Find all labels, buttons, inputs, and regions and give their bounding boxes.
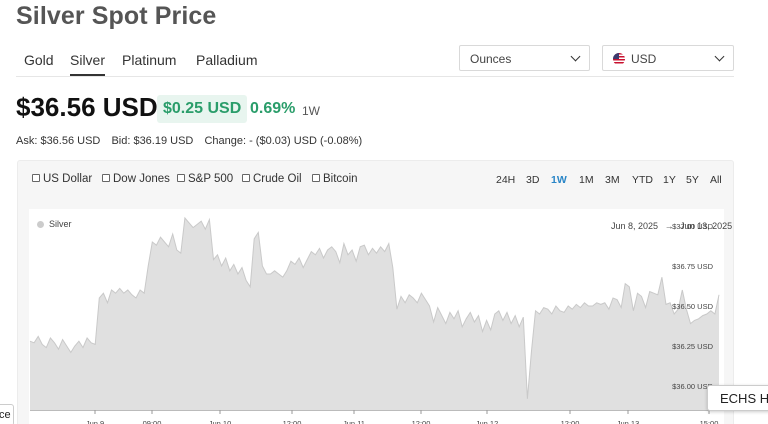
range-all[interactable]: All	[710, 174, 722, 186]
chart-area[interactable]	[29, 209, 724, 424]
checkbox-icon	[312, 174, 320, 182]
range-3m[interactable]: 3M	[605, 174, 620, 186]
compare-sp500[interactable]: S&P 500	[177, 173, 233, 185]
compare-dow-jones[interactable]: Dow Jones	[102, 173, 170, 185]
bid-price: Bid: $36.19 USD	[111, 135, 194, 147]
ask-price: Ask: $36.56 USD	[16, 135, 101, 147]
compare-label: Dow Jones	[113, 173, 170, 185]
current-price: $36.56 USD	[16, 92, 158, 122]
range-24h[interactable]: 24H	[496, 174, 515, 186]
unit-select[interactable]: Ounces	[459, 45, 590, 71]
tab-silver[interactable]: Silver	[70, 52, 106, 76]
quote-details: Ask: $36.56 USD Bid: $36.19 USD Change: …	[16, 135, 370, 147]
price-change-period: 1W	[302, 104, 320, 118]
floating-left-badge[interactable]: ce	[0, 404, 14, 424]
currency-select[interactable]: USD	[602, 45, 734, 71]
range-1y[interactable]: 1Y	[663, 174, 676, 186]
tab-palladium[interactable]: Palladium	[196, 52, 257, 74]
page-title: Silver Spot Price	[16, 2, 217, 30]
checkbox-icon	[177, 174, 185, 182]
date-range: Jun 8, 2025 → Jun 13, 2025	[611, 221, 732, 231]
checkbox-icon	[102, 174, 110, 182]
range-1m[interactable]: 1M	[579, 174, 594, 186]
arrow-right-icon: →	[664, 221, 674, 231]
legend-dot-icon	[37, 221, 44, 228]
range-5y[interactable]: 5Y	[686, 174, 699, 186]
checkbox-icon	[32, 174, 40, 182]
unit-select-value: Ounces	[470, 52, 512, 66]
compare-label: S&P 500	[188, 173, 234, 185]
compare-label: US Dollar	[43, 173, 93, 185]
range-3d[interactable]: 3D	[526, 174, 539, 186]
compare-label: Crude Oil	[253, 173, 302, 185]
checkbox-icon	[242, 174, 250, 182]
tab-platinum[interactable]: Platinum	[122, 52, 176, 74]
date-range-from: Jun 8, 2025	[611, 221, 659, 231]
legend-label: Silver	[49, 219, 72, 229]
compare-bitcoin[interactable]: Bitcoin	[312, 173, 358, 185]
daily-change: Change: - ($0.03) USD (-0.08%)	[204, 135, 363, 147]
tab-gold[interactable]: Gold	[24, 52, 54, 74]
compare-label: Bitcoin	[323, 173, 358, 185]
date-range-to: Jun 13, 2025	[680, 221, 733, 231]
us-flag-icon	[613, 53, 625, 65]
price-change-badge: $0.25 USD	[157, 95, 248, 123]
currency-select-value: USD	[631, 52, 657, 66]
chevron-down-icon	[570, 51, 581, 62]
price-change-percent: 0.69%	[250, 100, 296, 117]
range-1w[interactable]: 1W	[551, 174, 567, 186]
range-ytd[interactable]: YTD	[632, 174, 653, 186]
chevron-down-icon	[714, 51, 725, 62]
compare-crude-oil[interactable]: Crude Oil	[242, 173, 302, 185]
compare-us-dollar[interactable]: US Dollar	[32, 173, 92, 185]
floating-ticker-badge[interactable]: ECHS H	[707, 385, 768, 411]
